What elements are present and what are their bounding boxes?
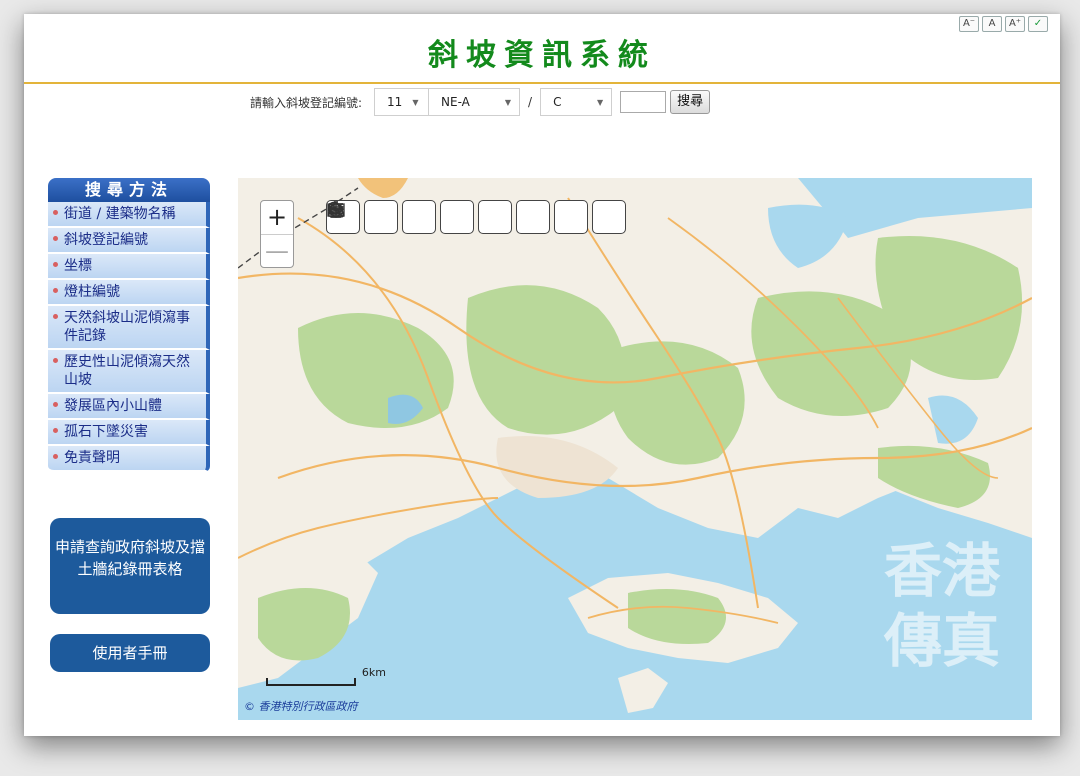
- bullet-icon: [53, 454, 58, 459]
- apply-record-form-button[interactable]: 申請查詢政府斜坡及擋土牆紀錄冊表格: [50, 518, 210, 614]
- search-button[interactable]: 搜尋: [670, 90, 711, 114]
- sheet-number-value: 11: [387, 95, 403, 109]
- nav-lamppost[interactable]: 燈柱編號: [48, 280, 210, 306]
- nav-item-label: 歷史性山泥傾瀉天然山坡: [64, 354, 190, 388]
- nav-historical-landslide[interactable]: 歷史性山泥傾瀉天然山坡: [48, 350, 210, 394]
- undo-icon[interactable]: [328, 200, 512, 234]
- bullet-icon: [53, 428, 58, 433]
- scale-bar: 6km: [266, 666, 386, 686]
- trash-icon[interactable]: [329, 200, 398, 234]
- layers-icon[interactable]: [327, 200, 588, 234]
- font-normal-button[interactable]: A: [982, 16, 1002, 32]
- bullet-icon: [53, 288, 58, 293]
- zoom-in-button[interactable]: +: [261, 201, 293, 234]
- chevron-down-icon: ▼: [504, 97, 512, 107]
- map-toolbar: [326, 200, 626, 234]
- sheet-number-select[interactable]: 11 ▼: [374, 88, 429, 116]
- zoom-out-button[interactable]: —: [261, 234, 293, 267]
- nav-disclaimer[interactable]: 免責聲明: [48, 446, 210, 472]
- user-manual-button[interactable]: 使用者手冊: [50, 634, 210, 672]
- nav-item-label: 街道 / 建築物名稱: [64, 206, 176, 222]
- nav-boulder-fall[interactable]: 孤石下墜災害: [48, 420, 210, 446]
- bullet-icon: [53, 314, 58, 319]
- redo-icon[interactable]: [328, 200, 550, 234]
- page-header: 斜坡資訊系統 A⁻ A A⁺ ✓: [24, 14, 1060, 84]
- nav-item-label: 坐標: [64, 258, 92, 274]
- nav-item-label: 斜坡登記編號: [64, 232, 148, 248]
- accessibility-icon[interactable]: ✓: [1028, 16, 1048, 32]
- separator-slash: /: [528, 95, 533, 109]
- nav-slope-number[interactable]: 斜坡登記編號: [48, 228, 210, 254]
- subsheet-select[interactable]: NE-A ▼: [428, 88, 521, 116]
- subsheet-value: NE-A: [441, 95, 470, 109]
- nav-small-hillside[interactable]: 發展區內小山體: [48, 394, 210, 420]
- nav-item-label: 免責聲明: [64, 450, 120, 466]
- zoom-out-icon[interactable]: [327, 200, 474, 234]
- slope-search-bar: 請輸入斜坡登記編號: 11 ▼ NE-A ▼ / C ▼ 搜尋: [250, 88, 711, 116]
- zoom-control: + —: [260, 200, 294, 268]
- category-value: C: [553, 95, 562, 109]
- scale-label: 6km: [361, 666, 386, 679]
- chevron-down-icon: ▼: [412, 97, 419, 107]
- chevron-down-icon: ▼: [596, 97, 604, 107]
- nav-coordinates[interactable]: 坐標: [48, 254, 210, 280]
- bullet-icon: [53, 358, 58, 363]
- font-size-controls: A⁻ A A⁺ ✓: [959, 16, 1048, 32]
- nav-street-building[interactable]: 街道 / 建築物名稱: [48, 202, 210, 228]
- nav-landslide-records[interactable]: 天然斜坡山泥傾瀉事件記錄: [48, 306, 210, 350]
- slope-number-input[interactable]: [620, 91, 667, 113]
- category-select[interactable]: C ▼: [540, 88, 613, 116]
- vegetation-area: [628, 589, 726, 644]
- nav-item-label: 天然斜坡山泥傾瀉事件記錄: [64, 310, 190, 344]
- app-window: 斜坡資訊系統 A⁻ A A⁺ ✓ 請輸入斜坡登記編號: 11 ▼ NE-A ▼ …: [24, 14, 1060, 736]
- nav-item-label: 燈柱編號: [64, 284, 120, 300]
- book-icon[interactable]: [327, 200, 626, 234]
- search-methods-panel: 搜尋方法 街道 / 建築物名稱 斜坡登記編號 坐標 燈柱編號 天然斜坡山泥傾瀉事…: [48, 178, 210, 472]
- bullet-icon: [53, 402, 58, 407]
- font-larger-button[interactable]: A⁺: [1005, 16, 1025, 32]
- map-view[interactable]: + — 香港 傳真 6km © 香港特別行政區政府: [238, 178, 1032, 720]
- bullet-icon: [53, 210, 58, 215]
- watermark: 香港 傳真: [884, 537, 1001, 675]
- bullet-icon: [53, 236, 58, 241]
- font-smaller-button[interactable]: A⁻: [959, 16, 979, 32]
- scale-line: [266, 678, 356, 686]
- search-methods-heading: 搜尋方法: [48, 178, 210, 202]
- nav-item-label: 孤石下墜災害: [64, 424, 148, 440]
- nav-item-label: 發展區內小山體: [64, 398, 162, 414]
- copyright-notice: © 香港特別行政區政府: [244, 700, 358, 713]
- bullet-icon: [53, 262, 58, 267]
- zoom-in-icon[interactable]: [327, 200, 436, 234]
- slope-search-label: 請輸入斜坡登記編號:: [250, 95, 363, 110]
- page-title: 斜坡資訊系統: [428, 38, 656, 73]
